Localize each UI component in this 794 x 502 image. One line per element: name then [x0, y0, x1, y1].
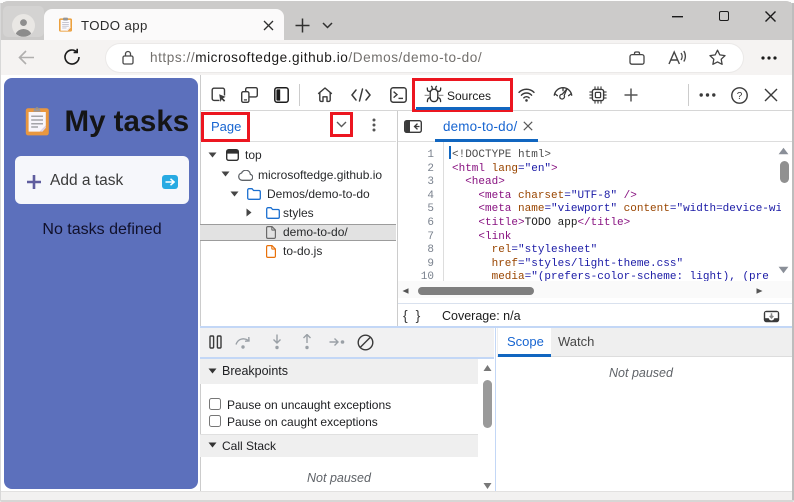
svg-text:?: ?	[737, 91, 743, 102]
